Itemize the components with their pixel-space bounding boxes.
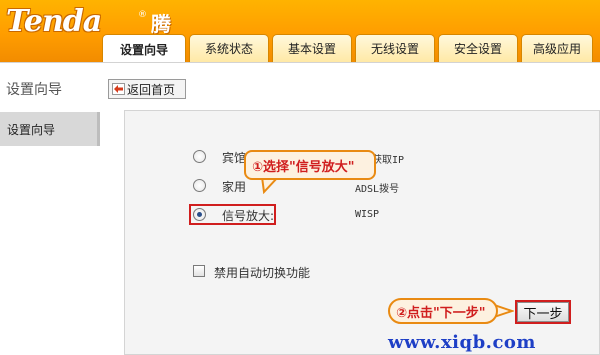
watermark: www.xiqb.com (388, 332, 536, 353)
auto-switch-label: 禁用自动切换功能 (214, 266, 311, 280)
tab-security-settings[interactable]: 安全设置 (438, 34, 518, 62)
back-home-label: 返回首页 (127, 82, 176, 97)
radio-home-adsl[interactable] (193, 179, 206, 192)
tab-basic-settings[interactable]: 基本设置 (272, 34, 352, 62)
option-hotel-label: 宾馆 (222, 151, 247, 165)
sidebar-item-setup-wizard[interactable]: 设置向导 (0, 112, 100, 146)
top-header: Tenda ® 腾达 设置向导 系统状态 基本设置 无线设置 安全设置 高级应用 (0, 0, 600, 65)
option-home-desc: ADSL拨号 (355, 184, 400, 195)
signal-amplify-highlight (189, 204, 276, 225)
tab-system-status[interactable]: 系统状态 (189, 34, 269, 62)
sub-toolbar: 设置向导 返回首页 (0, 62, 600, 108)
back-home-button[interactable]: 返回首页 (108, 79, 186, 99)
option-hotel-desc: 获取IP (372, 155, 405, 166)
tab-advanced[interactable]: 高级应用 (521, 34, 593, 62)
option-wisp-desc: WISP (355, 209, 380, 220)
tab-setup-wizard[interactable]: 设置向导 (102, 34, 186, 63)
option-home-label: 家用 (222, 180, 247, 194)
main-tabs: 设置向导 系统状态 基本设置 无线设置 安全设置 高级应用 (102, 34, 596, 63)
back-arrow-icon (112, 83, 125, 95)
callout-click-next: ②点击"下一步" (388, 298, 498, 324)
tab-wireless-settings[interactable]: 无线设置 (355, 34, 435, 62)
sidebar: 设置向导 (0, 108, 100, 355)
logo-text: Tenda (6, 4, 102, 39)
callout-select-signal-amplify: ①选择"信号放大" (244, 150, 376, 180)
next-step-label: 下一步 (517, 302, 569, 322)
logo-registered-mark: ® (138, 10, 147, 20)
auto-switch-checkbox[interactable] (193, 265, 205, 277)
radio-hotel[interactable] (193, 150, 206, 163)
next-step-button[interactable]: 下一步 (515, 300, 571, 324)
page-title: 设置向导 (6, 82, 62, 98)
